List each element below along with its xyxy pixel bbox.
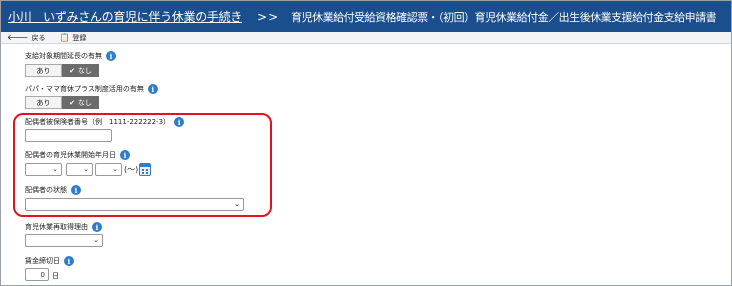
info-icon[interactable]: i [64, 256, 74, 266]
spouse-status-label: 配偶者の状態 i [25, 185, 81, 195]
spouse-leave-year-select[interactable]: ⌄ [25, 163, 62, 176]
papa-mama-plus-label-text: パパ・ママ育休プラス制度活用の有無 [25, 84, 144, 93]
clipboard-icon: 📋 [59, 32, 70, 42]
payment-extension-label-text: 支給対象期間延長の有無 [25, 51, 102, 60]
chevron-down-icon: ⌄ [83, 165, 89, 173]
reacquire-reason-select[interactable]: ⌄ [25, 234, 103, 247]
spouse-insured-number-label-text: 配偶者被保険者番号（例 1111-222222-3） [25, 117, 171, 126]
date-range-paren: (～) [124, 165, 139, 174]
info-icon[interactable]: i [71, 185, 81, 195]
check-icon: ✔ [69, 66, 75, 75]
papa-mama-plus-option-no-label: なし [77, 98, 92, 107]
back-button[interactable]: 🡐 戻る [7, 33, 45, 43]
info-icon[interactable]: i [174, 117, 185, 127]
register-label: 登録 [72, 33, 87, 42]
papa-mama-plus-toggle: あり ✔ なし [25, 96, 99, 109]
reacquire-reason-label: 育児休業再取得理由 i [25, 222, 102, 232]
arrow-left-icon: 🡐 [7, 32, 29, 42]
papa-mama-plus-option-yes[interactable]: あり [25, 96, 62, 109]
reacquire-reason-label-text: 育児休業再取得理由 [25, 222, 88, 231]
employee-procedure-link[interactable]: 小川 いずみさんの育児に伴う休業の手続き [8, 8, 242, 25]
payment-extension-label: 支給対象期間延長の有無 i [25, 51, 116, 61]
wage-cutoff-input[interactable]: 0 [25, 268, 49, 281]
spouse-leave-day-select[interactable]: ⌄ [95, 163, 122, 176]
info-icon[interactable]: i [120, 150, 130, 160]
spouse-leave-month-select[interactable]: ⌄ [66, 163, 93, 176]
wage-cutoff-label: 賃金締切日 i [25, 256, 74, 266]
form-title: 育児休業給付受給資格確認票・（初回）育児休業給付金／出生後休業支援給付金支給申請… [291, 10, 717, 24]
calendar-icon[interactable] [139, 163, 151, 176]
chevron-down-icon: ⌄ [234, 200, 240, 208]
spouse-leave-start-label: 配偶者の育児休業開始年月日 i [25, 150, 130, 160]
papa-mama-plus-label: パパ・ママ育休プラス制度活用の有無 i [25, 84, 158, 94]
spouse-insured-number-label: 配偶者被保険者番号（例 1111-222222-3） i [25, 117, 185, 127]
payment-extension-option-no[interactable]: ✔ なし [62, 64, 99, 77]
wage-cutoff-unit: 日 [52, 272, 59, 280]
toolbar: 🡐 戻る 📋 登録 [1, 32, 731, 44]
info-icon[interactable]: i [92, 222, 102, 232]
wage-cutoff-label-text: 賃金締切日 [25, 256, 60, 265]
info-icon[interactable]: i [106, 51, 116, 61]
chevron-down-icon: ⌄ [52, 165, 58, 173]
info-icon[interactable]: i [147, 84, 158, 94]
check-icon: ✔ [69, 98, 75, 107]
spouse-insured-number-input[interactable] [25, 129, 112, 142]
breadcrumb-separator: >> [257, 9, 280, 24]
back-label: 戻る [31, 33, 46, 42]
page-header: 小川 いずみさんの育児に伴う休業の手続き >> 育児休業給付受給資格確認票・（初… [1, 1, 731, 32]
payment-extension-option-yes[interactable]: あり [25, 64, 62, 77]
payment-extension-option-no-label: なし [77, 66, 92, 75]
spouse-leave-start-label-text: 配偶者の育児休業開始年月日 [25, 150, 116, 159]
spouse-status-label-text: 配偶者の状態 [25, 185, 67, 194]
spouse-status-select[interactable]: ⌄ [25, 198, 244, 211]
chevron-down-icon: ⌄ [93, 236, 99, 244]
papa-mama-plus-option-no[interactable]: ✔ なし [62, 96, 99, 109]
register-button[interactable]: 📋 登録 [59, 33, 86, 43]
chevron-down-icon: ⌄ [112, 165, 118, 173]
payment-extension-toggle: あり ✔ なし [25, 64, 99, 77]
